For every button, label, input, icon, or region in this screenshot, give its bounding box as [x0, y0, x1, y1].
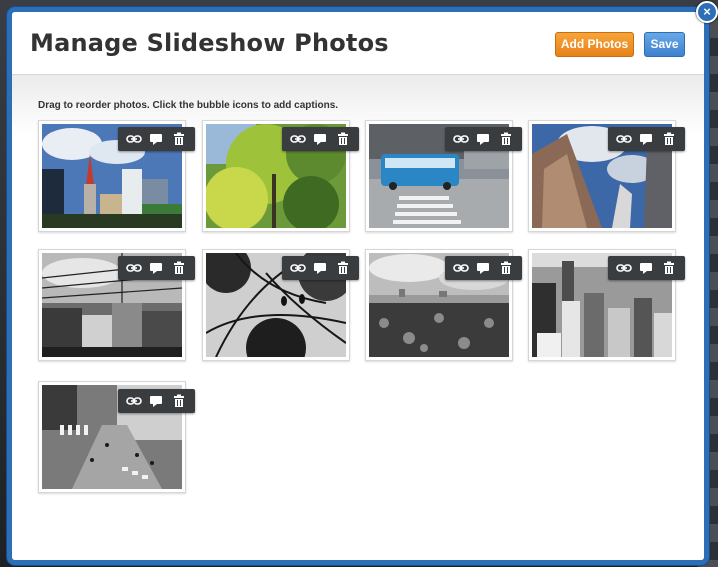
photo-5-toolbar	[118, 256, 195, 280]
modal-title: Manage Slideshow Photos	[30, 29, 389, 57]
trash-icon[interactable]	[171, 393, 187, 409]
photo-3-toolbar	[445, 127, 522, 151]
caption-bubble-icon[interactable]	[638, 131, 654, 147]
photo-7-toolbar	[445, 256, 522, 280]
caption-bubble-icon[interactable]	[638, 260, 654, 276]
caption-bubble-icon[interactable]	[312, 260, 328, 276]
add-photos-button[interactable]: Add Photos	[555, 32, 634, 57]
caption-bubble-icon[interactable]	[148, 131, 164, 147]
trash-icon[interactable]	[661, 260, 677, 276]
caption-bubble-icon[interactable]	[312, 131, 328, 147]
trash-icon[interactable]	[498, 131, 514, 147]
photo-6-toolbar	[282, 256, 359, 280]
link-icon[interactable]	[616, 260, 632, 276]
link-icon[interactable]	[453, 260, 469, 276]
trash-icon[interactable]	[171, 131, 187, 147]
link-icon[interactable]	[453, 131, 469, 147]
trash-icon[interactable]	[661, 131, 677, 147]
link-icon[interactable]	[126, 393, 142, 409]
slideshow-modal: Manage Slideshow Photos Add Photos Save …	[7, 7, 709, 565]
caption-bubble-icon[interactable]	[475, 131, 491, 147]
save-button[interactable]: Save	[644, 32, 685, 57]
modal-body: Drag to reorder photos. Click the bubble…	[12, 75, 704, 560]
trash-icon[interactable]	[171, 260, 187, 276]
trash-icon[interactable]	[335, 131, 351, 147]
link-icon[interactable]	[290, 260, 306, 276]
photo-4-toolbar	[608, 127, 685, 151]
link-icon[interactable]	[290, 131, 306, 147]
link-icon[interactable]	[126, 260, 142, 276]
link-icon[interactable]	[126, 131, 142, 147]
caption-bubble-icon[interactable]	[148, 393, 164, 409]
photo-2-toolbar	[282, 127, 359, 151]
trash-icon[interactable]	[498, 260, 514, 276]
instructions-text: Drag to reorder photos. Click the bubble…	[38, 100, 339, 111]
caption-bubble-icon[interactable]	[475, 260, 491, 276]
modal-header: Manage Slideshow Photos Add Photos Save	[12, 12, 704, 75]
link-icon[interactable]	[616, 131, 632, 147]
photo-1-toolbar	[118, 127, 195, 151]
close-modal-button[interactable]: ×	[696, 1, 718, 23]
photo-9-toolbar	[118, 389, 195, 413]
trash-icon[interactable]	[335, 260, 351, 276]
caption-bubble-icon[interactable]	[148, 260, 164, 276]
photo-8-toolbar	[608, 256, 685, 280]
